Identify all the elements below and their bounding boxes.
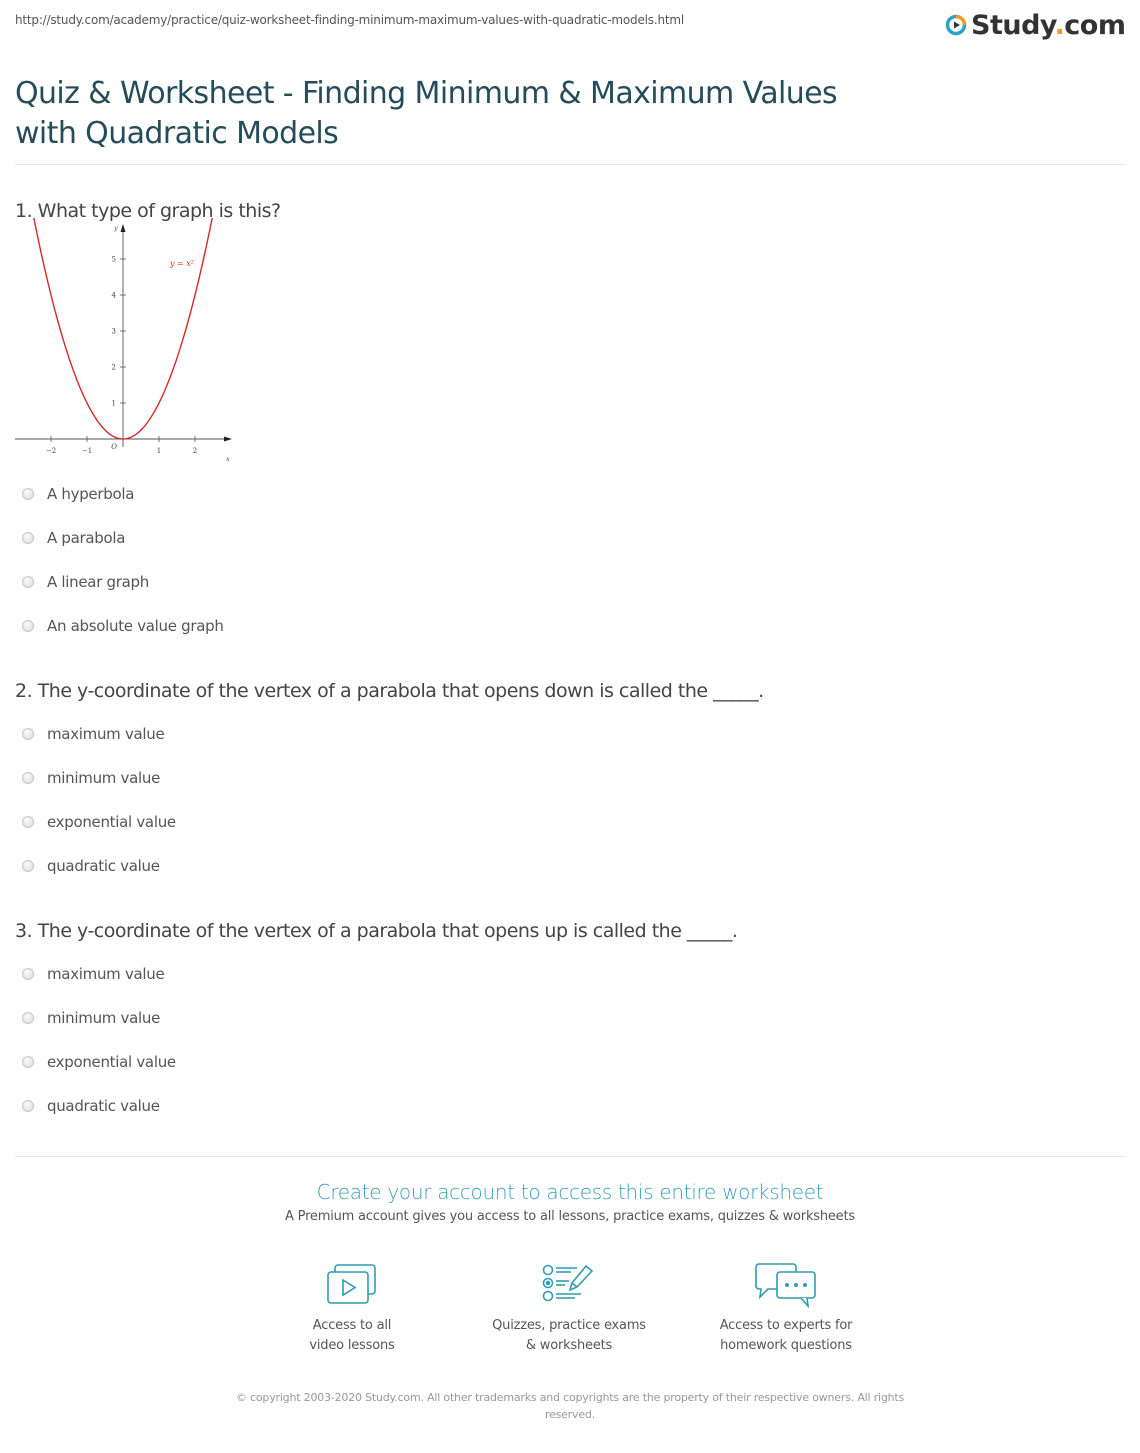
radio-button[interactable] (22, 1056, 34, 1068)
radio-button[interactable] (22, 968, 34, 980)
radio-button[interactable] (22, 1012, 34, 1024)
question-3: 3. The y-coordinate of the vertex of a p… (15, 920, 738, 942)
x-tick-label: −2 (46, 447, 56, 455)
quiz-checklist-icon (542, 1264, 594, 1302)
origin-label: O (111, 443, 117, 451)
y-tick-label: 2 (112, 364, 116, 372)
y-tick-label: 5 (112, 256, 116, 264)
y-tick-label: 3 (112, 328, 116, 336)
q2-option-2[interactable]: minimum value (22, 767, 160, 789)
q2-option-3[interactable]: exponential value (22, 811, 176, 833)
radio-button[interactable] (22, 728, 34, 740)
x-tick-label: 2 (193, 447, 197, 455)
radio-button[interactable] (22, 816, 34, 828)
study-logo[interactable]: Study.com (945, 9, 1126, 41)
y-axis-label: y (113, 225, 118, 232)
q1-option-4[interactable]: An absolute value graph (22, 615, 224, 637)
title-divider (15, 164, 1125, 165)
curve-label: y = x² (169, 259, 194, 268)
q1-option-3[interactable]: A linear graph (22, 571, 149, 593)
page-url: http://study.com/academy/practice/quiz-w… (15, 13, 684, 27)
feature-quizzes: Quizzes, practice exams & worksheets (469, 1262, 669, 1356)
q1-option-1[interactable]: A hyperbola (22, 483, 134, 505)
play-circle-icon (945, 14, 967, 36)
q3-option-1[interactable]: maximum value (22, 963, 165, 985)
feature-label-line1: Access to experts for (719, 1318, 853, 1333)
parabola-graph: −2 −1 1 2 1 2 3 4 5 Ox y y = x² (15, 218, 232, 463)
q2-option-4[interactable]: quadratic value (22, 855, 160, 877)
radio-button[interactable] (22, 488, 34, 500)
cta-divider (15, 1156, 1125, 1157)
q1-option-2[interactable]: A parabola (22, 527, 125, 549)
q3-option-4[interactable]: quadratic value (22, 1095, 160, 1117)
radio-button[interactable] (22, 620, 34, 632)
cta-subtitle: A Premium account gives you access to al… (285, 1209, 855, 1224)
q2-option-1[interactable]: maximum value (22, 723, 165, 745)
copyright-footer: © copyright 2003-2020 Study.com. All oth… (235, 1391, 905, 1421)
feature-label-line1: Quizzes, practice exams (492, 1318, 646, 1333)
q3-option-3[interactable]: exponential value (22, 1051, 176, 1073)
feature-label-line2: video lessons (309, 1338, 395, 1353)
feature-experts: Access to experts for homework questions (686, 1262, 886, 1356)
feature-label-line1: Access to all (312, 1318, 392, 1333)
y-tick-label: 1 (112, 400, 116, 408)
radio-button[interactable] (22, 576, 34, 588)
cta-title[interactable]: Create your account to access this entir… (0, 1180, 1140, 1204)
radio-button[interactable] (22, 860, 34, 872)
logo-text: Study.com (971, 9, 1126, 41)
radio-button[interactable] (22, 1100, 34, 1112)
chat-bubbles-icon (755, 1263, 816, 1309)
q3-option-2[interactable]: minimum value (22, 1007, 160, 1029)
page-title: Quiz & Worksheet - Finding Minimum & Max… (15, 76, 838, 151)
x-tick-label: 1 (157, 447, 161, 455)
y-axis-arrow (120, 224, 126, 232)
x-axis-label: x (226, 456, 230, 463)
radio-button[interactable] (22, 772, 34, 784)
feature-video-lessons: Access to all video lessons (252, 1262, 452, 1356)
question-2: 2. The y-coordinate of the vertex of a p… (15, 680, 764, 702)
x-tick-label: −1 (82, 447, 92, 455)
feature-label-line2: homework questions (720, 1338, 852, 1353)
video-lessons-icon (327, 1264, 376, 1304)
radio-button[interactable] (22, 532, 34, 544)
feature-label-line2: & worksheets (525, 1338, 613, 1353)
y-tick-label: 4 (112, 292, 117, 300)
x-axis-arrow (224, 436, 232, 442)
